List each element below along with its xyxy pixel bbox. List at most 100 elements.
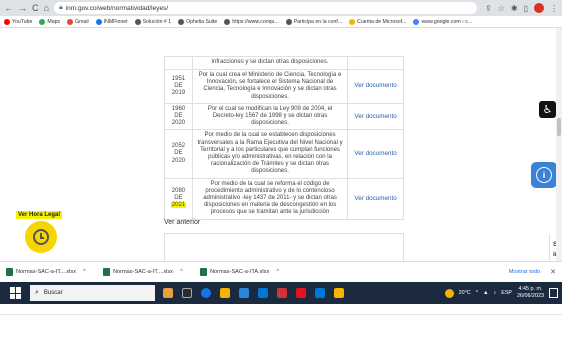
hora-legal-button[interactable] bbox=[25, 221, 57, 253]
chevron-up-icon[interactable]: ^ bbox=[276, 269, 279, 275]
weather-temp[interactable]: 20°C bbox=[459, 290, 471, 296]
app-icon[interactable] bbox=[315, 288, 325, 298]
search-placeholder: Buscar bbox=[43, 290, 63, 296]
chevron-up-icon[interactable]: ^ bbox=[83, 269, 86, 275]
law-description: infracciones y se dictan otras disposici… bbox=[191, 56, 349, 70]
law-description: Por medio de la cual se reforma el códig… bbox=[191, 177, 349, 220]
weather-icon[interactable] bbox=[444, 288, 454, 298]
download-item[interactable]: Normas-SAC-a-IT....xlsx ^ bbox=[103, 267, 200, 276]
app-icon[interactable] bbox=[277, 288, 287, 298]
taskbar-search[interactable]: ⌕ Buscar bbox=[30, 285, 155, 301]
accessibility-menu-button[interactable]: i bbox=[531, 162, 557, 188]
bookmark-item[interactable]: Ophelia Suite bbox=[178, 18, 218, 25]
app-icon[interactable] bbox=[334, 288, 344, 298]
law-description: Por la cual crea el Ministerio de Cienci… bbox=[191, 69, 349, 104]
bookmark-label: Ophelia Suite bbox=[186, 18, 218, 25]
law-link-cell: Ver documento bbox=[347, 129, 404, 179]
forward-icon[interactable]: → bbox=[18, 3, 27, 13]
site-icon bbox=[178, 18, 185, 25]
ver-documento-link[interactable]: Ver documento bbox=[354, 82, 396, 89]
downloads-bar: Normas-SAC-a-IT....xlsx ^ Normas-SAC-a-I… bbox=[0, 261, 562, 281]
reload-icon[interactable]: C bbox=[32, 3, 39, 13]
table-row: infracciones y se dictan otras disposici… bbox=[164, 56, 404, 70]
url-text: inm.gov.co/web/normatividad/leyes/ bbox=[65, 4, 169, 12]
windows-start-icon[interactable] bbox=[10, 287, 22, 299]
bookmark-label: https://www.conqu... bbox=[232, 18, 279, 25]
store-icon[interactable] bbox=[239, 288, 249, 298]
file-explorer-icon[interactable] bbox=[220, 288, 230, 298]
browser-toolbar: ← → C ⌂ 🔒︎ inm.gov.co/web/normatividad/l… bbox=[0, 0, 562, 16]
download-item[interactable]: Normas-SAC-a-ITA.xlsx ^ bbox=[200, 267, 297, 276]
download-filename: Normas-SAC-a-IT....xlsx bbox=[113, 268, 173, 275]
bookmark-star-icon[interactable]: ☆ bbox=[498, 4, 505, 13]
task-view-icon[interactable] bbox=[182, 288, 192, 298]
law-link-cell: Ver documento bbox=[347, 69, 404, 104]
hora-legal-label[interactable]: Ver Hora Legal bbox=[16, 211, 63, 219]
bookmarks-bar: YouTube Maps Gmail INMFinnet Solución # … bbox=[0, 16, 562, 28]
taskbar-apps bbox=[163, 288, 344, 298]
google-icon bbox=[413, 18, 420, 25]
law-de: DE bbox=[174, 113, 183, 120]
bookmark-item[interactable]: https://www.conqu... bbox=[224, 18, 279, 25]
law-number: 2052 DE 2020 bbox=[164, 129, 193, 179]
volume-icon[interactable]: ♪ bbox=[494, 290, 497, 296]
outlook-icon[interactable] bbox=[258, 288, 268, 298]
ver-anterior-link[interactable]: Ver anterior bbox=[164, 219, 200, 226]
bookmark-item[interactable]: Cuenta de Microsof... bbox=[349, 18, 407, 25]
accessibility-icon[interactable]: ♿︎ bbox=[539, 101, 556, 118]
menu-icon[interactable]: ⋮ bbox=[550, 4, 558, 13]
notification-icon[interactable] bbox=[549, 288, 558, 298]
law-num: 2080 bbox=[171, 187, 186, 194]
bookmark-label: Cuenta de Microsof... bbox=[357, 18, 407, 25]
bookmark-item[interactable]: www.google.com › c... bbox=[413, 18, 472, 25]
ver-documento-link[interactable]: Ver documento bbox=[354, 113, 396, 120]
ver-documento-link[interactable]: Ver documento bbox=[354, 195, 396, 202]
language-indicator[interactable]: ESP bbox=[501, 290, 512, 296]
blank-area bbox=[0, 304, 562, 343]
bookmark-label: Gmail bbox=[75, 18, 89, 25]
bookmark-label: Solución # 1 bbox=[142, 18, 172, 25]
maps-icon bbox=[39, 18, 46, 25]
chevron-up-icon[interactable]: ^ bbox=[476, 290, 479, 296]
bookmark-item[interactable]: Maps bbox=[39, 18, 60, 25]
windows-taskbar: ⌕ Buscar 20°C ^ ▲ ♪ ESP 4:45 p. m. 26/06… bbox=[0, 282, 562, 304]
profile-avatar[interactable] bbox=[534, 3, 544, 13]
bookmark-item[interactable]: Solución # 1 bbox=[134, 18, 172, 25]
chrome-icon[interactable] bbox=[201, 288, 211, 298]
youtube-icon bbox=[4, 18, 10, 25]
scrollbar-thumb[interactable] bbox=[557, 118, 561, 136]
law-number bbox=[164, 56, 193, 70]
law-num: 1960 bbox=[171, 105, 186, 112]
page-content: infracciones y se dictan otras disposici… bbox=[0, 28, 562, 261]
law-de: DE bbox=[174, 82, 183, 89]
chevron-up-icon[interactable]: ^ bbox=[180, 269, 183, 275]
sidepanel-icon[interactable]: ▯ bbox=[524, 4, 528, 13]
site-icon bbox=[285, 18, 292, 25]
bookmark-item[interactable]: Participa en la conf... bbox=[285, 18, 343, 25]
bookmark-item[interactable]: YouTube bbox=[4, 18, 32, 25]
gmail-icon bbox=[67, 18, 74, 25]
app-icon[interactable] bbox=[163, 288, 173, 298]
system-tray: 20°C ^ ▲ ♪ ESP 4:45 p. m. 26/06/2023 bbox=[444, 286, 558, 300]
bookmark-item[interactable]: Gmail bbox=[67, 18, 89, 25]
person-icon: i bbox=[536, 167, 552, 183]
page-scrollbar[interactable] bbox=[556, 28, 562, 261]
network-icon[interactable]: ▲ bbox=[483, 290, 488, 296]
extensions-icon[interactable]: ✱ bbox=[511, 4, 518, 13]
law-link-cell bbox=[347, 56, 404, 70]
share-icon[interactable]: ⇪ bbox=[485, 4, 492, 13]
close-icon[interactable]: ✕ bbox=[550, 268, 556, 276]
bookmark-item[interactable]: INMFinnet bbox=[95, 18, 128, 25]
app-icon[interactable] bbox=[296, 288, 306, 298]
taskbar-clock[interactable]: 4:45 p. m. 26/06/2023 bbox=[517, 286, 544, 300]
law-num: 2052 bbox=[171, 143, 186, 150]
law-year: 2019 bbox=[171, 90, 186, 96]
excel-file-icon bbox=[6, 267, 13, 276]
address-bar[interactable]: 🔒︎ inm.gov.co/web/normatividad/leyes/ bbox=[53, 2, 478, 14]
download-item[interactable]: Normas-SAC-a-IT....xlsx ^ bbox=[6, 267, 103, 276]
bookmark-label: Participa en la conf... bbox=[293, 18, 343, 25]
show-all-downloads-button[interactable]: Mostrar todo bbox=[509, 269, 540, 275]
ver-documento-link[interactable]: Ver documento bbox=[354, 150, 396, 157]
home-icon[interactable]: ⌂ bbox=[44, 3, 49, 13]
back-icon[interactable]: ← bbox=[4, 3, 13, 13]
